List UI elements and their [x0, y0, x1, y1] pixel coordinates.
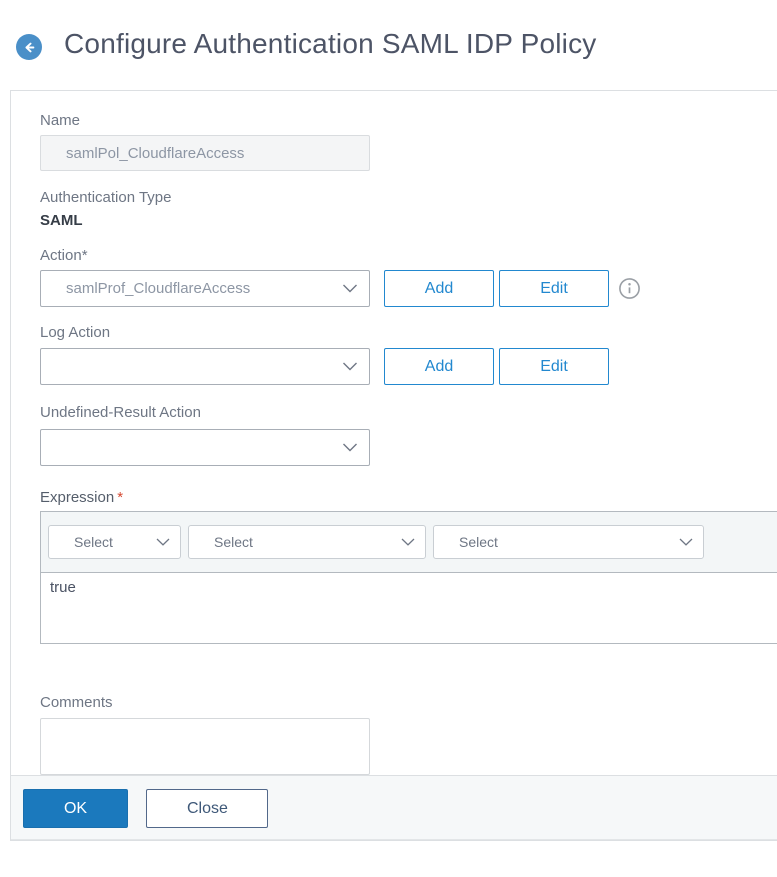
back-button[interactable]	[16, 34, 42, 60]
undefined-result-action-combobox[interactable]	[40, 429, 370, 466]
log-action-row: Add Edit	[40, 348, 777, 385]
action-label: Action*	[40, 247, 88, 264]
comments-textarea[interactable]	[40, 718, 370, 775]
expression-textarea[interactable]: true	[41, 573, 777, 643]
expression-select-1[interactable]: Select	[48, 525, 181, 559]
form-body: Name Authentication Type SAML Action* sa…	[11, 91, 777, 775]
ok-button[interactable]: OK	[23, 789, 128, 828]
chevron-down-icon	[679, 533, 693, 551]
action-add-button[interactable]: Add	[384, 270, 494, 307]
log-action-add-button[interactable]: Add	[384, 348, 494, 385]
authentication-type-value: SAML	[40, 212, 83, 229]
expression-select-3-value: Select	[459, 534, 498, 550]
chevron-down-icon	[342, 439, 358, 457]
chevron-down-icon	[156, 533, 170, 551]
expression-select-2-value: Select	[214, 534, 253, 550]
comments-label: Comments	[40, 694, 113, 711]
action-combobox-value: samlProf_CloudflareAccess	[66, 280, 251, 297]
expression-label-text: Expression	[40, 489, 115, 506]
expression-toolbar: Select Select Select	[41, 512, 777, 573]
log-action-combobox[interactable]	[40, 348, 370, 385]
form-footer: OK Close	[11, 775, 777, 840]
info-circle-icon[interactable]	[618, 277, 641, 300]
authentication-type-label: Authentication Type	[40, 189, 172, 206]
close-button[interactable]: Close	[146, 789, 269, 828]
undefined-result-action-label: Undefined-Result Action	[40, 404, 201, 421]
chevron-down-icon	[342, 280, 358, 298]
name-input[interactable]	[40, 135, 370, 171]
log-action-edit-button[interactable]: Edit	[499, 348, 609, 385]
expression-label: Expression *	[40, 489, 777, 507]
action-edit-button[interactable]: Edit	[499, 270, 609, 307]
required-asterisk: *	[117, 489, 124, 506]
page-header: Configure Authentication SAML IDP Policy	[0, 0, 777, 90]
action-combobox[interactable]: samlProf_CloudflareAccess	[40, 270, 370, 307]
name-label: Name	[40, 112, 81, 129]
chevron-down-icon	[401, 533, 415, 551]
expression-select-2[interactable]: Select	[188, 525, 426, 559]
form-panel: Name Authentication Type SAML Action* sa…	[10, 90, 777, 841]
log-action-label: Log Action	[40, 324, 111, 341]
expression-editor: Select Select Select true	[40, 511, 777, 644]
page-title: Configure Authentication SAML IDP Policy	[64, 28, 597, 59]
arrow-left-icon	[22, 40, 37, 55]
expression-select-3[interactable]: Select	[433, 525, 704, 559]
action-row: samlProf_CloudflareAccess Add Edit	[40, 270, 777, 307]
chevron-down-icon	[342, 358, 358, 376]
